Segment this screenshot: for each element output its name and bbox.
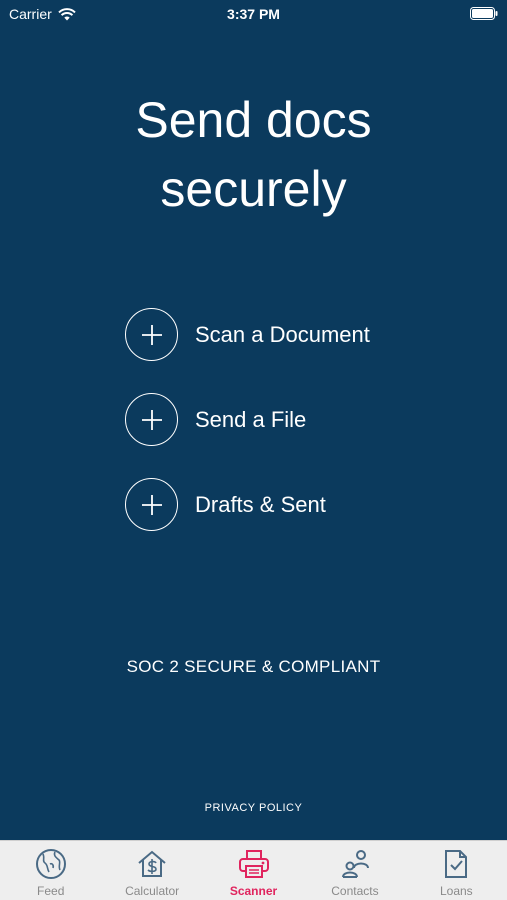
house-dollar-icon bbox=[138, 850, 166, 877]
scan-document-button[interactable]: Scan a Document bbox=[125, 306, 370, 363]
tab-feed[interactable]: Feed bbox=[0, 841, 101, 900]
title-line-2: securely bbox=[160, 161, 347, 217]
drafts-sent-button[interactable]: Drafts & Sent bbox=[125, 476, 370, 533]
plus-icon bbox=[125, 478, 178, 531]
plus-icon bbox=[125, 308, 178, 361]
title-line-1: Send docs bbox=[135, 92, 372, 148]
tab-calculator-label: Calculator bbox=[125, 884, 180, 898]
privacy-policy-link[interactable]: PRIVACY POLICY bbox=[0, 802, 507, 814]
printer-icon bbox=[238, 850, 269, 878]
drafts-sent-label: Drafts & Sent bbox=[195, 491, 326, 517]
tab-scanner[interactable]: Scanner bbox=[203, 841, 304, 900]
tab-loans-label: Loans bbox=[439, 884, 473, 898]
document-check-icon bbox=[445, 850, 468, 878]
send-file-button[interactable]: Send a File bbox=[125, 391, 370, 448]
globe-icon bbox=[35, 849, 66, 879]
send-file-label: Send a File bbox=[195, 406, 307, 432]
tab-scanner-label: Scanner bbox=[229, 884, 278, 898]
contacts-icon bbox=[341, 850, 369, 878]
tab-contacts-label: Contacts bbox=[331, 884, 379, 898]
status-time: 3:37 PM bbox=[227, 6, 280, 22]
tab-loans[interactable]: Loans bbox=[406, 841, 507, 900]
tab-contacts[interactable]: Contacts bbox=[304, 841, 405, 900]
plus-icon bbox=[125, 393, 178, 446]
compliance-text: SOC 2 SECURE & COMPLIANT bbox=[126, 657, 381, 676]
action-list: Scan a Document Send a File Drafts & Sen… bbox=[125, 306, 370, 561]
tab-feed-label: Feed bbox=[37, 884, 65, 898]
tab-calculator[interactable]: Calculator bbox=[101, 841, 202, 900]
tab-bar: Feed Calculator Scanner Contacts Loans bbox=[0, 840, 507, 900]
scan-document-label: Scan a Document bbox=[195, 321, 370, 347]
battery-icon bbox=[470, 7, 498, 20]
status-bar: Carrier 3:37 PM bbox=[0, 0, 507, 28]
page-title: Send docs securely bbox=[0, 86, 507, 224]
